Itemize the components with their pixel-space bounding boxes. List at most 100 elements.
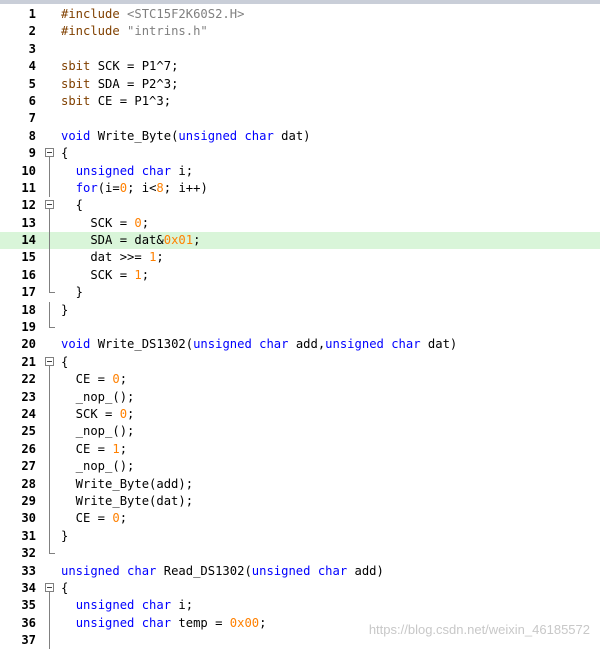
- fold-guide-line: [44, 492, 56, 511]
- code-line[interactable]: 17 }: [0, 284, 600, 301]
- code-line[interactable]: 32: [0, 545, 600, 562]
- fold-guide-line: [44, 232, 56, 250]
- code-text: Write_Byte(dat);: [61, 493, 193, 510]
- code-line[interactable]: 4 sbit SCK = P1^7;: [0, 58, 600, 75]
- code-token: #include: [61, 7, 128, 21]
- line-number: 37: [21, 633, 36, 648]
- fold-guide-line: [44, 162, 56, 180]
- line-number: 34: [21, 580, 36, 595]
- code-line[interactable]: 20 void Write_DS1302(unsigned char add,un…: [0, 336, 600, 353]
- fold-collapse-icon[interactable]: [44, 354, 56, 372]
- code-text: void Write_Byte(unsigned char dat): [61, 128, 311, 145]
- code-line[interactable]: 11 for(i=0; i<8; i++): [0, 179, 600, 198]
- code-line[interactable]: 28 Write_Byte(add);: [0, 475, 600, 493]
- code-editor[interactable]: 1 #include <STC15F2K60S2.H> 2 #include "int…: [0, 6, 600, 649]
- line-number: 21: [21, 354, 36, 369]
- fold-collapse-icon[interactable]: [44, 197, 56, 216]
- fold-collapse-icon[interactable]: [44, 580, 56, 598]
- code-token: ;: [119, 441, 128, 456]
- code-line[interactable]: 30 CE = 0;: [0, 510, 600, 528]
- code-token: unsigned char: [251, 563, 348, 578]
- code-line[interactable]: 2 #include "intrins.h": [0, 23, 600, 40]
- code-token: unsigned char: [75, 163, 172, 178]
- fold-guide-line: [44, 266, 56, 285]
- code-token: {: [61, 354, 69, 369]
- code-line[interactable]: 12 {: [0, 197, 600, 216]
- fold-guide-line: [44, 632, 56, 649]
- line-number: 33: [21, 563, 36, 578]
- code-text: CE = 1;: [61, 441, 127, 458]
- line-number: 8: [28, 128, 36, 143]
- line-number: 18: [21, 302, 36, 317]
- code-text: SCK = 0;: [61, 406, 135, 423]
- line-number: 16: [21, 267, 36, 282]
- fold-empty: [44, 128, 56, 145]
- code-token: ;: [259, 615, 267, 630]
- code-token: ;: [141, 215, 150, 230]
- line-number: 22: [21, 372, 36, 387]
- code-token: 0: [134, 215, 142, 230]
- line-number: 3: [28, 41, 36, 56]
- code-line[interactable]: 8 void Write_Byte(unsigned char dat): [0, 128, 600, 145]
- code-text: _nop_();: [61, 458, 135, 475]
- code-line[interactable]: 27 _nop_();: [0, 458, 600, 476]
- code-text: unsigned char i;: [61, 597, 193, 614]
- code-token: #include: [61, 24, 128, 39]
- code-line[interactable]: 3: [0, 41, 600, 58]
- code-token: add): [347, 563, 384, 578]
- code-line[interactable]: 34 {: [0, 580, 600, 598]
- code-token: ;: [141, 267, 150, 282]
- code-token: ;: [156, 250, 164, 265]
- line-number: 7: [28, 111, 36, 126]
- line-number: 36: [21, 615, 36, 630]
- fold-empty: [44, 58, 56, 75]
- code-line[interactable]: 7: [0, 110, 600, 127]
- code-line[interactable]: 33 unsigned char Read_DS1302(unsigned cha…: [0, 563, 600, 580]
- code-token: unsigned char: [75, 598, 172, 613]
- code-line[interactable]: 35 unsigned char i;: [0, 597, 600, 615]
- code-token: {: [61, 146, 69, 161]
- code-line[interactable]: 1 #include <STC15F2K60S2.H>: [0, 6, 600, 23]
- code-line[interactable]: 5 sbit SDA = P2^3;: [0, 76, 600, 93]
- code-line[interactable]: 23 _nop_();: [0, 388, 600, 406]
- line-number: 24: [21, 406, 36, 421]
- code-line[interactable]: 9{: [0, 145, 600, 164]
- code-line[interactable]: 16 SCK = 1;: [0, 266, 600, 285]
- code-line[interactable]: 26 CE = 1;: [0, 440, 600, 459]
- code-token: {: [61, 580, 69, 595]
- line-number: 14: [21, 233, 36, 248]
- code-token: sbit: [61, 76, 91, 91]
- fold-empty: [44, 93, 56, 110]
- code-text: SDA = dat&0x01;: [61, 232, 200, 249]
- fold-end-marker: [44, 319, 56, 336]
- code-line[interactable]: 15 dat >>= 1;: [0, 249, 600, 267]
- code-token: SCK = P1^7;: [90, 59, 179, 74]
- code-line[interactable]: 31}: [0, 527, 600, 546]
- line-number: 20: [21, 337, 36, 352]
- fold-guide-line: [44, 405, 56, 424]
- code-line[interactable]: 25 _nop_();: [0, 423, 600, 441]
- code-line[interactable]: 6 sbit CE = P1^3;: [0, 93, 600, 110]
- code-line[interactable]: 14 SDA = dat&0x01;: [0, 232, 600, 250]
- code-token: }: [61, 302, 69, 317]
- code-line[interactable]: 29 Write_Byte(dat);: [0, 492, 600, 511]
- fold-empty: [44, 6, 56, 23]
- code-line[interactable]: 18}: [0, 301, 600, 320]
- line-number: 2: [28, 24, 36, 39]
- window-top-border: [0, 0, 600, 4]
- code-token: ;: [193, 233, 201, 248]
- code-line[interactable]: 21 {: [0, 354, 600, 372]
- code-line[interactable]: 19: [0, 319, 600, 336]
- code-token: CE =: [61, 441, 113, 456]
- fold-collapse-icon[interactable]: [44, 145, 56, 164]
- fold-guide-line: [44, 371, 56, 389]
- code-line[interactable]: 10 unsigned char i;: [0, 162, 600, 180]
- code-line[interactable]: 24 SCK = 0;: [0, 405, 600, 424]
- code-line[interactable]: 22 CE = 0;: [0, 371, 600, 389]
- code-line[interactable]: 13 SCK = 0;: [0, 214, 600, 233]
- code-text: {: [61, 197, 83, 214]
- fold-guide-line: [44, 597, 56, 615]
- code-token: ;: [119, 372, 128, 387]
- line-number: 29: [21, 493, 36, 508]
